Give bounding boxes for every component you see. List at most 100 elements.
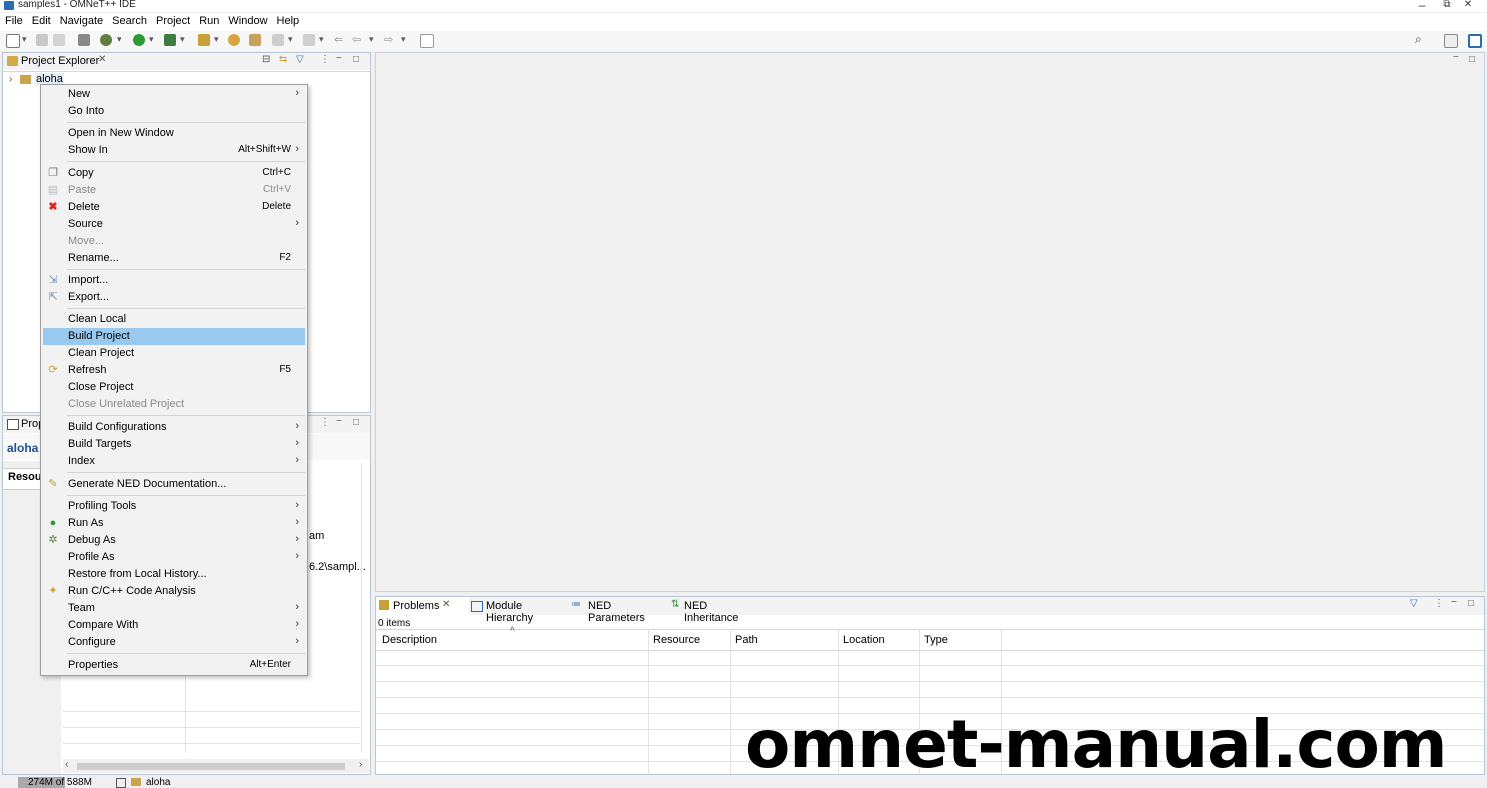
scroll-right-icon[interactable]: › xyxy=(359,759,362,770)
forward-dropdown-icon[interactable]: ▾ xyxy=(401,34,406,45)
view-menu-icon[interactable]: ⋮ xyxy=(320,417,330,428)
build-dropdown-icon[interactable]: ▾ xyxy=(214,34,219,45)
tab-ned-parameters[interactable]: ≔ NED Parameters xyxy=(570,597,666,624)
menu-item-rename[interactable]: Rename... F2 xyxy=(43,250,305,267)
filter-icon[interactable]: ▽ xyxy=(296,54,304,65)
pin-editor-icon[interactable] xyxy=(420,34,434,48)
scrollbar-thumb[interactable] xyxy=(77,763,345,770)
menu-item-team[interactable]: Team › xyxy=(43,600,305,617)
garbage-collect-icon[interactable] xyxy=(116,778,126,788)
tab-ned-inheritance[interactable]: ⇅ NED Inheritance xyxy=(667,597,760,624)
menu-item-run-as[interactable]: ● Run As › xyxy=(43,515,305,532)
run-dropdown-icon[interactable]: ▾ xyxy=(149,34,154,45)
menu-item-paste[interactable]: ▤ Paste Ctrl+V xyxy=(43,182,305,199)
menu-item-import[interactable]: ⇲ Import... xyxy=(43,272,305,289)
maximize-editor-icon[interactable]: □ xyxy=(1469,54,1475,65)
search-icon[interactable]: ⌕ xyxy=(1415,32,1422,47)
menu-item-export[interactable]: ⇱ Export... xyxy=(43,289,305,306)
menu-file[interactable]: File xyxy=(0,13,27,27)
col-resource[interactable]: Resource xyxy=(653,634,700,646)
collapse-all-icon[interactable]: ⊟ xyxy=(262,54,270,65)
menu-item-build-configurations[interactable]: Build Configurations › xyxy=(43,419,305,436)
omnet-perspective-icon[interactable] xyxy=(1468,34,1482,48)
close-button[interactable]: ✕ xyxy=(1458,0,1478,10)
minimize-editor-icon[interactable]: − xyxy=(1453,52,1459,63)
menu-item-close-unrelated[interactable]: Close Unrelated Project xyxy=(43,396,305,413)
back-icon[interactable]: ⇦ xyxy=(352,33,361,46)
menu-item-profile-as[interactable]: Profile As › xyxy=(43,549,305,566)
menu-item-source[interactable]: Source › xyxy=(43,216,305,233)
menu-item-properties[interactable]: Properties Alt+Enter xyxy=(43,657,305,674)
menu-item-go-into[interactable]: Go Into xyxy=(43,103,305,120)
close-tab-icon[interactable]: ✕ xyxy=(442,599,450,610)
menu-item-refresh[interactable]: ⟳ Refresh F5 xyxy=(43,362,305,379)
print-icon[interactable] xyxy=(78,34,90,46)
maximize-view-icon[interactable]: □ xyxy=(353,417,359,428)
new-icon[interactable] xyxy=(6,34,20,48)
horizontal-scrollbar[interactable]: ‹ › xyxy=(63,759,369,773)
menu-item-close-project[interactable]: Close Project xyxy=(43,379,305,396)
view-menu-icon[interactable]: ⋮ xyxy=(320,54,330,65)
menu-item-move[interactable]: Move... xyxy=(43,233,305,250)
external-tools-icon[interactable] xyxy=(164,34,176,46)
menu-item-profiling-tools[interactable]: Profiling Tools › xyxy=(43,498,305,515)
col-path[interactable]: Path xyxy=(735,634,758,646)
col-type[interactable]: Type xyxy=(924,634,948,646)
menu-item-build-targets[interactable]: Build Targets › xyxy=(43,436,305,453)
filter-icon[interactable]: ▽ xyxy=(1410,598,1418,609)
menu-edit[interactable]: Edit xyxy=(27,13,55,27)
menu-item-copy[interactable]: ❐ Copy Ctrl+C xyxy=(43,165,305,182)
menu-item-generate-ned-doc[interactable]: ✎ Generate NED Documentation... xyxy=(43,476,305,493)
forward-icon[interactable]: ⇨ xyxy=(384,33,393,46)
menu-item-code-analysis[interactable]: ✦ Run C/C++ Code Analysis xyxy=(43,583,305,600)
minimize-view-icon[interactable]: − xyxy=(336,416,342,427)
menu-item-build-project[interactable]: Build Project xyxy=(43,328,305,345)
tab-module-hierarchy[interactable]: Module Hierarchy xyxy=(470,597,570,624)
open-type-icon[interactable] xyxy=(228,34,240,46)
back-dropdown-icon[interactable]: ▾ xyxy=(369,34,374,45)
minimize-view-icon[interactable]: − xyxy=(1451,597,1457,608)
menu-item-open-new-window[interactable]: Open in New Window xyxy=(43,125,305,142)
save-icon[interactable] xyxy=(36,34,48,46)
debug-icon[interactable] xyxy=(100,34,112,46)
link-editor-icon[interactable]: ⇆ xyxy=(279,54,287,65)
menu-item-delete[interactable]: ✖ Delete Delete xyxy=(43,199,305,216)
last-edit-icon[interactable]: ⇐ xyxy=(334,33,343,46)
annotation-icon[interactable] xyxy=(272,34,284,46)
menu-search[interactable]: Search xyxy=(107,13,151,27)
minimize-button[interactable]: – xyxy=(1412,0,1432,12)
menu-item-new[interactable]: New › xyxy=(43,86,305,103)
scroll-left-icon[interactable]: ‹ xyxy=(65,759,68,770)
menu-help[interactable]: Help xyxy=(272,13,304,27)
menu-item-configure[interactable]: Configure › xyxy=(43,634,305,651)
menu-item-clean-local[interactable]: Clean Local xyxy=(43,311,305,328)
annotation-dropdown-icon[interactable]: ▾ xyxy=(288,34,293,45)
menu-item-compare-with[interactable]: Compare With › xyxy=(43,617,305,634)
expand-arrow-icon[interactable]: › xyxy=(9,74,12,85)
tab-problems[interactable]: Problems ✕ xyxy=(376,597,469,615)
open-perspective-icon[interactable] xyxy=(1444,34,1458,48)
menu-window[interactable]: Window xyxy=(223,13,271,27)
menu-item-show-in[interactable]: Show In Alt+Shift+W › xyxy=(43,142,305,159)
menu-item-clean-project[interactable]: Clean Project xyxy=(43,345,305,362)
view-menu-icon[interactable]: ⋮ xyxy=(1434,598,1444,609)
prev-annotation-icon[interactable] xyxy=(303,34,315,46)
restore-button[interactable]: ⧉ xyxy=(1437,0,1457,10)
debug-dropdown-icon[interactable]: ▾ xyxy=(117,34,122,45)
col-location[interactable]: Location xyxy=(843,634,885,646)
prev-dropdown-icon[interactable]: ▾ xyxy=(319,34,324,45)
menu-item-index[interactable]: Index › xyxy=(43,453,305,470)
project-explorer-tab[interactable]: Project Explorer xyxy=(21,55,99,67)
menu-run[interactable]: Run xyxy=(194,13,223,27)
maximize-view-icon[interactable]: □ xyxy=(1468,598,1474,609)
menu-item-debug-as[interactable]: ✲ Debug As › xyxy=(43,532,305,549)
tools-dropdown-icon[interactable]: ▾ xyxy=(180,34,185,45)
save-all-icon[interactable] xyxy=(53,34,65,46)
maximize-view-icon[interactable]: □ xyxy=(353,54,359,65)
menu-item-restore-history[interactable]: Restore from Local History... xyxy=(43,566,305,583)
heap-status[interactable]: 274M of 588M xyxy=(28,777,92,788)
open-resource-icon[interactable] xyxy=(249,34,261,46)
menu-navigate[interactable]: Navigate xyxy=(55,13,107,27)
run-icon[interactable] xyxy=(133,34,145,46)
build-icon[interactable] xyxy=(198,34,210,46)
